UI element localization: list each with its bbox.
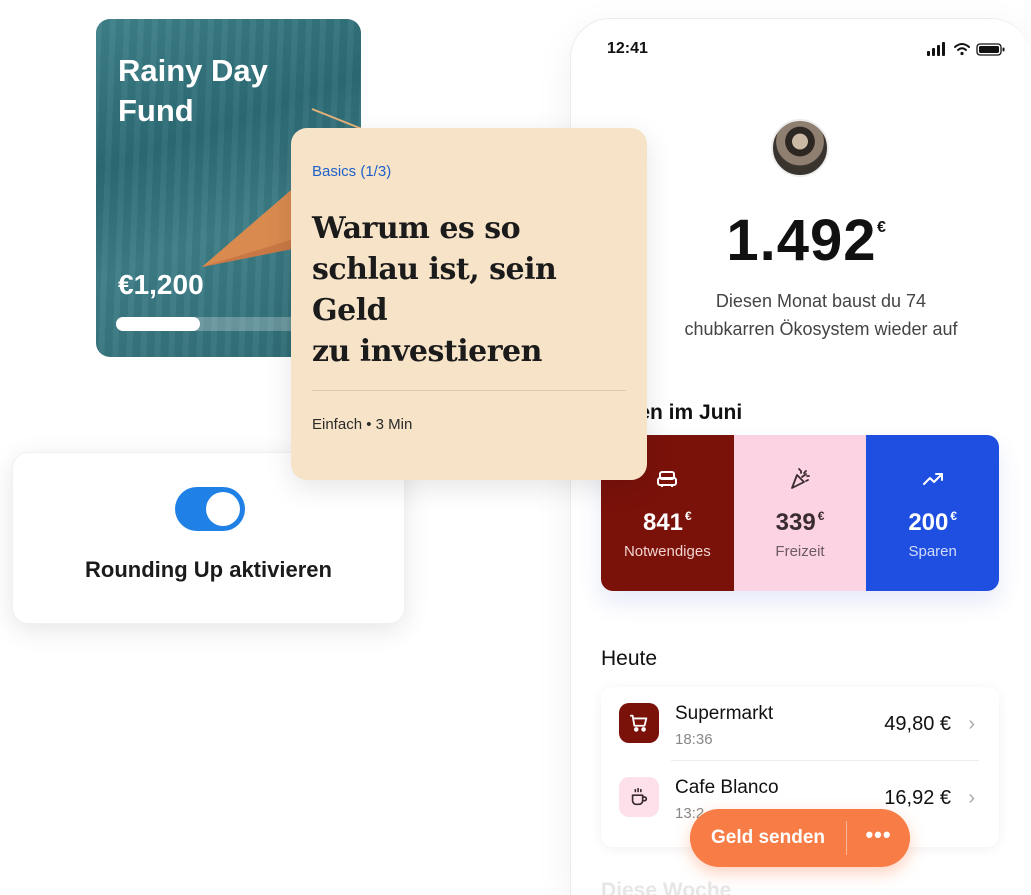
article-title-line3: zu investieren xyxy=(312,334,542,369)
signal-icon xyxy=(927,42,945,56)
impact-subtitle-line1: Diesen Monat baust du 74 xyxy=(715,291,927,311)
category-currency: € xyxy=(685,509,692,523)
sofa-icon xyxy=(657,471,678,487)
category-label: Notwendiges xyxy=(623,543,711,560)
status-icons xyxy=(927,42,1005,56)
article-title: Warum es so schlau ist, sein Geld zu inv… xyxy=(312,208,632,372)
transaction-amount: 49,80 € xyxy=(884,713,951,735)
coffee-cup-icon xyxy=(619,777,659,817)
category-label: Sparen xyxy=(908,543,957,560)
transaction-row[interactable]: Supermarkt 18:36 49,80 € › xyxy=(601,687,999,759)
chevron-right-icon: › xyxy=(968,713,975,735)
category-currency: € xyxy=(950,509,958,523)
fund-amount: €1,200 xyxy=(118,269,204,300)
article-card[interactable]: Basics (1/3) Warum es so schlau ist, sei… xyxy=(291,128,647,480)
category-currency: € xyxy=(817,509,825,523)
battery-icon xyxy=(976,43,1005,56)
toggle-knob xyxy=(206,492,240,526)
more-options-button[interactable]: ••• xyxy=(847,809,910,867)
impact-subtitle: Diesen Monat baust du 74 chubkarren Ökos… xyxy=(611,287,1031,343)
category-amount: 200 xyxy=(908,509,949,536)
category-amount: 339 xyxy=(775,509,816,536)
rounding-up-label: Rounding Up aktivieren xyxy=(85,557,332,582)
article-title-line2: schlau ist, sein Geld xyxy=(312,252,557,328)
status-time: 12:41 xyxy=(607,40,648,57)
impact-subtitle-line2: chubkarren Ökosystem wieder auf xyxy=(684,319,958,339)
article-title-line1: Warum es so xyxy=(312,211,521,246)
wifi-icon xyxy=(954,43,970,56)
transaction-time: 18:36 xyxy=(675,731,713,748)
chevron-right-icon: › xyxy=(968,787,975,809)
week-section-title: Diese Woche xyxy=(601,879,732,895)
fund-title-line1: Rainy Day xyxy=(118,53,268,88)
article-tag: Basics (1/3) xyxy=(312,163,392,180)
fund-title: Rainy Day Fund xyxy=(118,51,268,131)
fund-progress-fill xyxy=(116,317,200,331)
send-money-action-bar: Geld senden ••• xyxy=(690,809,910,867)
spending-categories: 841 € Notwendiges 339 € Freizeit 200 € Spar… xyxy=(601,435,999,591)
category-savings[interactable]: 200 € Sparen xyxy=(866,435,999,591)
rounding-up-toggle[interactable] xyxy=(175,487,245,531)
today-section-title: Heute xyxy=(601,647,658,670)
transaction-amount: 16,92 € xyxy=(884,787,951,809)
trending-up-icon xyxy=(922,473,943,485)
transaction-name: Cafe Blanco xyxy=(675,777,779,798)
send-money-button[interactable]: Geld senden xyxy=(690,809,846,867)
article-meta: Einfach • 3 Min xyxy=(312,416,413,433)
avatar[interactable] xyxy=(771,119,829,177)
balance-currency: € xyxy=(877,219,886,236)
category-label: Freizeit xyxy=(775,543,825,560)
shopping-cart-icon xyxy=(619,703,659,743)
transaction-name: Supermarkt xyxy=(675,703,774,724)
fund-title-line2: Fund xyxy=(118,93,194,128)
category-leisure[interactable]: 339 € Freizeit xyxy=(733,435,867,591)
divider xyxy=(312,390,626,391)
party-popper-icon xyxy=(791,468,810,489)
category-amount: 841 xyxy=(642,509,684,536)
